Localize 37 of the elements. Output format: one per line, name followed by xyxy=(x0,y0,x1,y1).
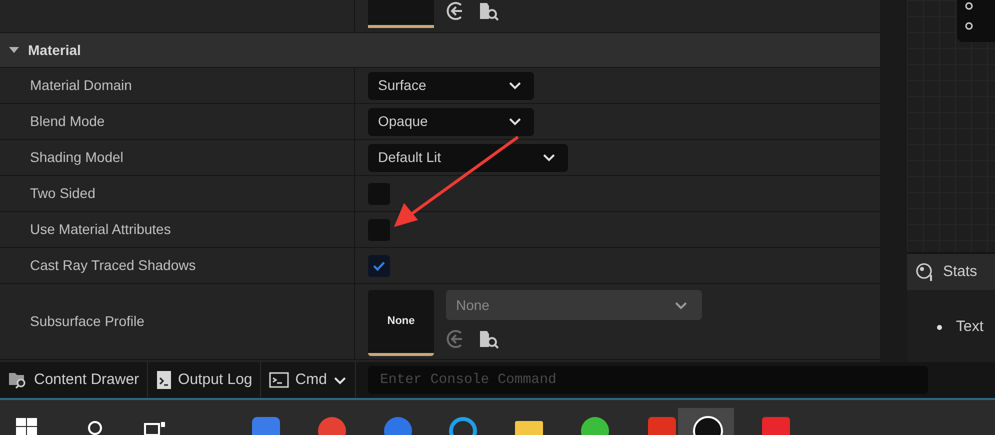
section-header[interactable]: Material xyxy=(0,33,880,68)
property-label: Subsurface Profile xyxy=(30,312,144,331)
stats-tab[interactable]: Stats xyxy=(907,254,995,290)
pin-icon xyxy=(965,2,975,10)
chevron-down-icon xyxy=(508,81,522,90)
search-icon[interactable] xyxy=(86,420,104,435)
pin-icon xyxy=(965,22,975,30)
bottom-tab[interactable]: Content Drawer xyxy=(0,362,148,398)
windows-start-icon[interactable] xyxy=(16,418,38,435)
property-label: Shading Model xyxy=(30,148,124,167)
property-label: Cast Ray Traced Shadows xyxy=(30,256,196,275)
folder-search-icon xyxy=(8,371,28,389)
dropdown[interactable]: Opaque xyxy=(368,108,534,136)
chevron-down-icon xyxy=(542,153,556,162)
asset-thumbnail[interactable]: None xyxy=(368,290,434,356)
bullet-icon xyxy=(937,324,942,330)
property-label: Use Material Attributes xyxy=(30,220,171,239)
checkbox[interactable] xyxy=(368,254,390,276)
property-label: Two Sided xyxy=(30,184,96,203)
browse-folder-icon[interactable] xyxy=(478,0,500,22)
browse-folder-icon[interactable] xyxy=(478,328,500,350)
bottom-tab[interactable]: Output Log xyxy=(148,362,262,398)
console-input[interactable]: Enter Console Command xyxy=(368,366,928,394)
chevron-down-icon xyxy=(332,376,347,384)
stats-text: Text xyxy=(956,317,984,337)
property-label: Material Domain xyxy=(30,76,132,95)
dropdown[interactable]: Surface xyxy=(368,72,534,100)
property-label: Blend Mode xyxy=(30,112,105,131)
log-file-icon xyxy=(156,370,172,390)
asset-thumbnail[interactable] xyxy=(368,0,434,28)
task-view-icon[interactable] xyxy=(144,420,166,435)
bottom-tab[interactable]: Cmd xyxy=(261,362,356,398)
dropdown[interactable]: Default Lit xyxy=(368,144,568,172)
checkmark-icon xyxy=(373,260,385,270)
terminal-icon xyxy=(269,372,290,388)
chevron-down-icon xyxy=(674,300,688,310)
chevron-down-icon xyxy=(508,117,522,126)
